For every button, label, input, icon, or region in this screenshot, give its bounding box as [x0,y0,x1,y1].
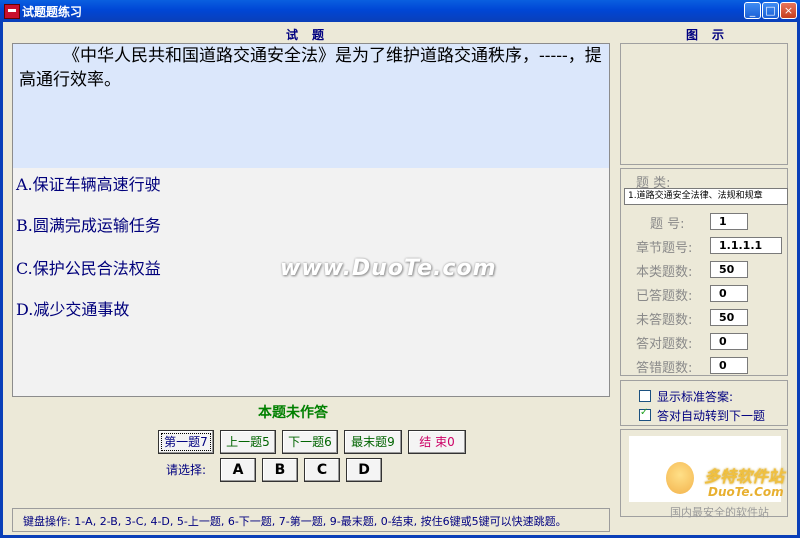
info-label-question-no: 题 号: [650,217,685,232]
option-c[interactable]: C.保护公民合法权益 [16,255,161,279]
auto-next-label: 答对自动转到下一题 [657,409,766,423]
answer-status: 本题未作答 [258,405,328,421]
choice-d-button[interactable]: D [346,458,382,482]
category-total-field: 50 [710,261,748,278]
option-b[interactable]: B.圆满完成运输任务 [16,212,161,236]
logo-brand: 多特软件站 [704,467,785,486]
wrong-count-field: 0 [710,357,748,374]
last-question-button[interactable]: 最末题9 [344,430,402,454]
question-area: 《中华人民共和国道路交通安全法》是为了维护道路交通秩序，-----，提高通行效率… [13,44,609,168]
app-icon [4,4,20,19]
option-d[interactable]: D.减少交通事故 [16,296,129,320]
diagram-section-label: 图示 [686,28,739,42]
maximize-button[interactable]: □ [762,2,779,19]
correct-count-field: 0 [710,333,748,350]
info-label-category-total: 本类题数: [636,265,693,280]
choose-label: 请选择: [166,463,207,477]
logo-site: DuoTe.Com [708,485,784,499]
show-answer-label: 显示标准答案: [657,390,734,404]
question-number-field: 1 [710,213,748,230]
mascot-icon [666,462,694,494]
watermark: www.DuoTe.com [280,256,497,281]
keyboard-help-bar: 键盘操作: 1-A, 2-B, 3-C, 4-D, 5-上一题, 6-下一题, … [12,508,610,532]
diagram-area [620,43,788,165]
info-label-answered: 已答题数: [636,289,693,304]
logo-slogan: 国内最安全的软件站 [670,506,769,519]
answered-count-field: 0 [710,285,748,302]
auto-next-option[interactable]: 答对自动转到下一题 [639,407,765,424]
unanswered-count-field: 50 [710,309,748,326]
show-answer-checkbox[interactable] [639,390,651,402]
info-label-chapter-no: 章节题号: [636,241,693,256]
prev-question-button[interactable]: 上一题5 [220,430,276,454]
question-panel: 《中华人民共和国道路交通安全法》是为了维护道路交通秩序，-----，提高通行效率… [12,43,610,397]
keyboard-help-text: 键盘操作: 1-A, 2-B, 3-C, 4-D, 5-上一题, 6-下一题, … [23,515,567,528]
minimize-button[interactable]: _ [744,2,761,19]
choice-c-button[interactable]: C [304,458,340,482]
question-text: 《中华人民共和国道路交通安全法》是为了维护道路交通秩序，-----，提高通行效率… [19,46,602,90]
window-title: 试题题练习 [22,5,83,19]
choice-a-button[interactable]: A [220,458,256,482]
option-a[interactable]: A.保证车辆高速行驶 [16,171,161,195]
category-field: 1.道路交通安全法律、法规和规章 [624,188,788,205]
settings-panel: 显示标准答案: 答对自动转到下一题 [620,380,788,426]
title-bar: 试题题练习 _ □ × [0,0,800,22]
choice-b-button[interactable]: B [262,458,298,482]
next-question-button[interactable]: 下一题6 [282,430,338,454]
question-section-label: 试题 [286,28,339,42]
show-answer-option[interactable]: 显示标准答案: [639,388,733,405]
info-label-unanswered: 未答题数: [636,313,693,328]
first-question-button[interactable]: 第一题7 [158,430,214,454]
close-button[interactable]: × [780,2,797,19]
auto-next-checkbox[interactable] [639,407,651,421]
info-label-correct: 答对题数: [636,337,693,352]
info-label-wrong: 答错题数: [636,361,693,376]
end-button[interactable]: 结 束0 [408,430,466,454]
chapter-number-field: 1.1.1.1 [710,237,782,254]
